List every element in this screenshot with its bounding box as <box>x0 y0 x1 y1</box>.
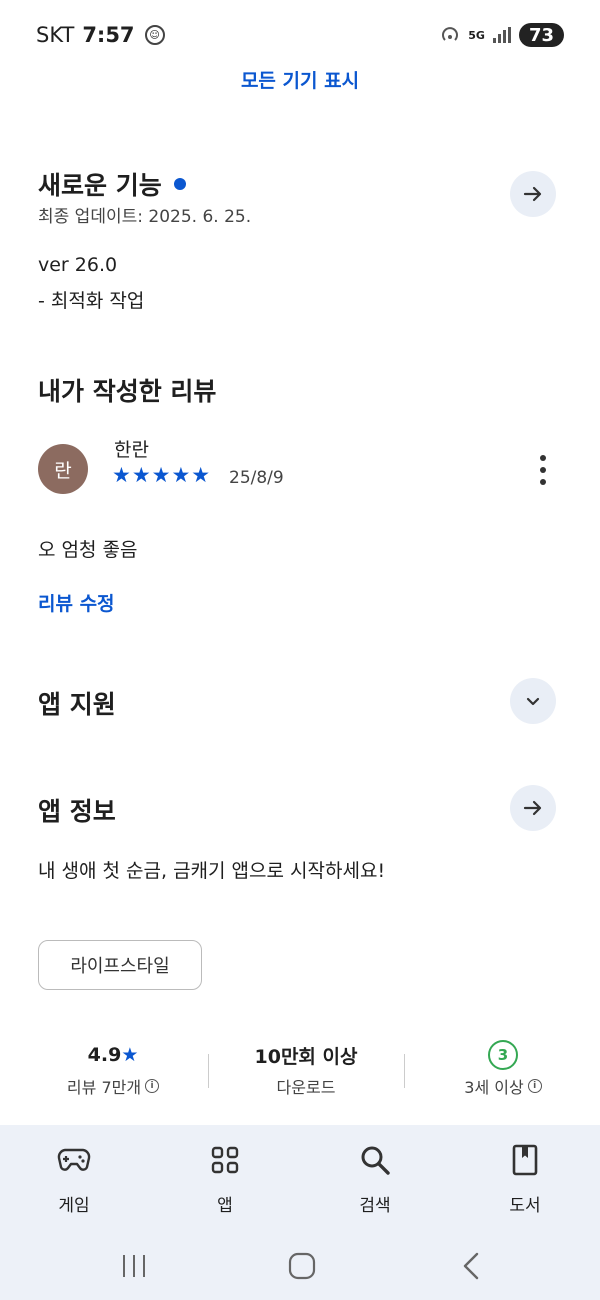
whats-new-title-text: 새로운 기능 <box>38 171 162 200</box>
nav-item-search[interactable]: 검색 <box>315 1143 435 1216</box>
app-stats: 4.9 ★ 리뷰 7만개 i 10만회 이상 다운로드 3 3세 이상 i <box>0 1040 600 1110</box>
reviewer-name: 한란 <box>114 439 149 461</box>
app-description: 내 생애 첫 순금, 금캐기 앱으로 시작하세요! <box>38 860 386 882</box>
whats-new-arrow-button[interactable] <box>510 171 556 217</box>
whats-new-title: 새로운 기능 <box>38 166 186 202</box>
app-info-title: 앱 정보 <box>38 797 116 826</box>
clock: 7:57 <box>82 23 135 47</box>
apps-grid-icon <box>211 1146 239 1174</box>
version-text: ver 26.0 <box>38 254 118 276</box>
divider <box>404 1054 405 1088</box>
arrow-right-icon <box>523 186 542 202</box>
star-rating: ★★★★★ <box>112 463 212 487</box>
notification-icon: ☺ <box>144 25 165 45</box>
more-options-icon[interactable] <box>536 455 550 485</box>
release-notes: - 최적화 작업 <box>38 290 145 312</box>
rating-star-icon: ★ <box>121 1044 139 1066</box>
downloads-value: 10만회 이상 <box>254 1045 358 1068</box>
battery-indicator: 73 <box>518 23 564 47</box>
bottom-navigation: 게임 앱 검색 도서 <box>0 1125 600 1235</box>
battery-level: 73 <box>528 24 554 46</box>
status-icons: 5G 73 <box>440 23 564 47</box>
recent-apps-icon[interactable] <box>120 1253 148 1279</box>
review-text: 오 엄청 좋음 <box>38 539 138 561</box>
review-count: 리뷰 7만개 <box>66 1078 142 1097</box>
nav-item-books[interactable]: 도서 <box>465 1143 585 1216</box>
chevron-down-icon <box>526 697 540 706</box>
gamepad-icon <box>57 1148 91 1171</box>
rating-value: 4.9 <box>87 1044 122 1066</box>
age-rating-label: 3세 이상 <box>464 1078 524 1097</box>
back-icon[interactable] <box>460 1252 482 1280</box>
edit-review-link[interactable]: 리뷰 수정 <box>38 589 115 616</box>
last-updated: 최종 업데이트: 2025. 6. 25. <box>38 207 252 227</box>
nav-item-games[interactable]: 게임 <box>14 1143 134 1216</box>
hotspot-icon <box>442 27 459 41</box>
app-support-expand-button[interactable] <box>510 678 556 724</box>
rating-stat: 4.9 ★ 리뷰 7만개 i <box>28 1040 198 1098</box>
book-icon <box>512 1144 538 1176</box>
status-bar: SKT 7:57 ☺ 5G 73 <box>0 0 600 70</box>
review-date: 25/8/9 <box>229 468 284 488</box>
my-review-title: 내가 작성한 리뷰 <box>38 377 217 406</box>
nav-item-apps[interactable]: 앱 <box>165 1143 285 1216</box>
search-icon <box>361 1146 390 1175</box>
new-indicator-dot <box>173 178 186 190</box>
app-info-arrow-button[interactable] <box>510 785 556 831</box>
downloads-label: 다운로드 <box>276 1078 336 1097</box>
category-chip[interactable]: 라이프스타일 <box>38 940 202 990</box>
network-type: 5G <box>468 28 485 42</box>
divider <box>208 1054 209 1088</box>
show-all-devices-link[interactable]: 모든 기기 표시 <box>0 66 600 93</box>
system-navigation-bar <box>0 1235 600 1300</box>
nav-label-books: 도서 <box>509 1196 541 1216</box>
avatar: 란 <box>38 444 88 494</box>
nav-label-apps: 앱 <box>217 1196 233 1216</box>
carrier-label: SKT <box>36 23 75 47</box>
app-support-title: 앱 지원 <box>38 690 116 719</box>
nav-label-search: 검색 <box>359 1196 391 1216</box>
signal-icon <box>492 27 511 43</box>
downloads-stat: 10만회 이상 다운로드 <box>221 1040 391 1098</box>
arrow-right-icon <box>523 800 542 816</box>
age-rating-stat: 3 3세 이상 i <box>418 1040 588 1098</box>
nav-label-games: 게임 <box>58 1196 90 1216</box>
info-icon[interactable]: i <box>527 1079 542 1093</box>
age-rating-badge: 3 <box>488 1040 518 1070</box>
home-icon[interactable] <box>288 1252 316 1280</box>
info-icon[interactable]: i <box>145 1079 160 1093</box>
